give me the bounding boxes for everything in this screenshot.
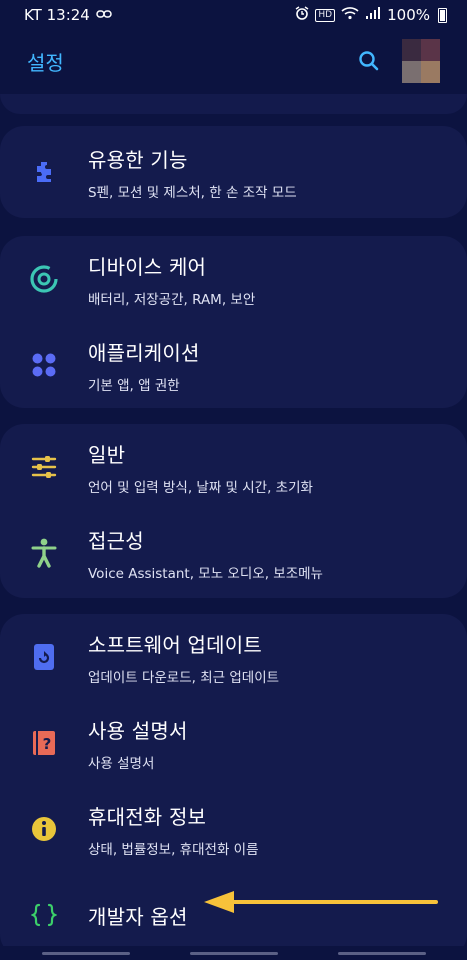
settings-item-advanced-features[interactable]: 유용한 기능 S펜, 모션 및 제스처, 한 손 조작 모드 — [0, 129, 467, 215]
previous-section-card — [0, 94, 467, 114]
settings-item-software-update[interactable]: 소프트웨어 업데이트 업데이트 다운로드, 최근 업데이트 — [0, 614, 467, 700]
item-title: 유용한 기능 — [88, 147, 188, 172]
svg-text:?: ? — [43, 735, 52, 753]
battery-percent: 100% — [387, 6, 430, 24]
signal-icon — [365, 6, 381, 24]
section-card-2: 디바이스 케어 배터리, 저장공간, RAM, 보안 애플리케이션 기본 앱, … — [0, 236, 467, 408]
item-subtitle: S펜, 모션 및 제스처, 한 손 조작 모드 — [88, 184, 297, 201]
item-title: 소프트웨어 업데이트 — [88, 632, 262, 657]
item-subtitle: Voice Assistant, 모노 오디오, 보조메뉴 — [88, 565, 323, 582]
info-icon — [0, 816, 88, 842]
item-title: 사용 설명서 — [88, 718, 188, 743]
battery-icon — [438, 7, 447, 23]
item-title: 개발자 옵션 — [88, 904, 188, 929]
app-bar: 설정 — [0, 36, 467, 86]
item-subtitle: 언어 및 입력 방식, 날짜 및 시간, 초기화 — [88, 479, 313, 496]
sliders-icon — [0, 455, 88, 479]
app-bar-actions — [354, 39, 440, 83]
hd-badge: HD — [315, 8, 336, 22]
item-title: 접근성 — [88, 528, 144, 553]
avatar[interactable] — [402, 39, 440, 83]
settings-item-user-manual[interactable]: ? 사용 설명서 사용 설명서 — [0, 700, 467, 786]
software-update-icon — [0, 643, 88, 671]
alarm-icon — [295, 6, 309, 24]
item-subtitle: 배터리, 저장공간, RAM, 보안 — [88, 291, 256, 308]
settings-item-accessibility[interactable]: 접근성 Voice Assistant, 모노 오디오, 보조메뉴 — [0, 510, 467, 596]
item-title: 일반 — [88, 442, 126, 467]
settings-item-device-care[interactable]: 디바이스 케어 배터리, 저장공간, RAM, 보안 — [0, 236, 467, 322]
settings-item-about-phone[interactable]: 휴대전화 정보 상태, 법률정보, 휴대전화 이름 — [0, 786, 467, 872]
puzzle-icon — [0, 159, 88, 185]
carrier-time: KT 13:24 — [24, 6, 90, 24]
item-subtitle: 상태, 법률정보, 휴대전화 이름 — [88, 841, 259, 858]
item-title: 휴대전화 정보 — [88, 804, 207, 829]
status-left: KT 13:24 — [24, 6, 112, 24]
page-title: 설정 — [27, 50, 64, 75]
developer-braces-icon — [0, 903, 88, 927]
status-bar: KT 13:24 HD 100% — [0, 0, 467, 30]
navigation-bar — [0, 946, 467, 960]
accessibility-icon — [0, 538, 88, 568]
item-subtitle: 업데이트 다운로드, 최근 업데이트 — [88, 669, 280, 686]
manual-icon: ? — [0, 730, 88, 756]
section-card-1: 유용한 기능 S펜, 모션 및 제스처, 한 손 조작 모드 — [0, 126, 467, 218]
section-card-3: 일반 언어 및 입력 방식, 날짜 및 시간, 초기화 접근성 Voice As… — [0, 424, 467, 598]
nav-handle[interactable] — [337, 951, 426, 955]
status-right: HD 100% — [295, 6, 447, 24]
item-title: 애플리케이션 — [88, 340, 200, 365]
device-care-icon — [0, 264, 88, 294]
search-button[interactable] — [354, 46, 384, 76]
settings-item-general[interactable]: 일반 언어 및 입력 방식, 날짜 및 시간, 초기화 — [0, 424, 467, 510]
apps-grid-icon — [0, 352, 88, 378]
item-subtitle: 사용 설명서 — [88, 755, 155, 772]
nav-handle[interactable] — [41, 951, 130, 955]
pointer-arrow-icon — [204, 891, 438, 913]
settings-item-applications[interactable]: 애플리케이션 기본 앱, 앱 권한 — [0, 322, 467, 408]
nav-handle[interactable] — [189, 951, 278, 955]
item-title: 디바이스 케어 — [88, 254, 207, 279]
wifi-icon — [341, 6, 359, 24]
search-icon — [359, 51, 379, 71]
link-icon — [96, 8, 112, 22]
item-subtitle: 기본 앱, 앱 권한 — [88, 377, 180, 394]
